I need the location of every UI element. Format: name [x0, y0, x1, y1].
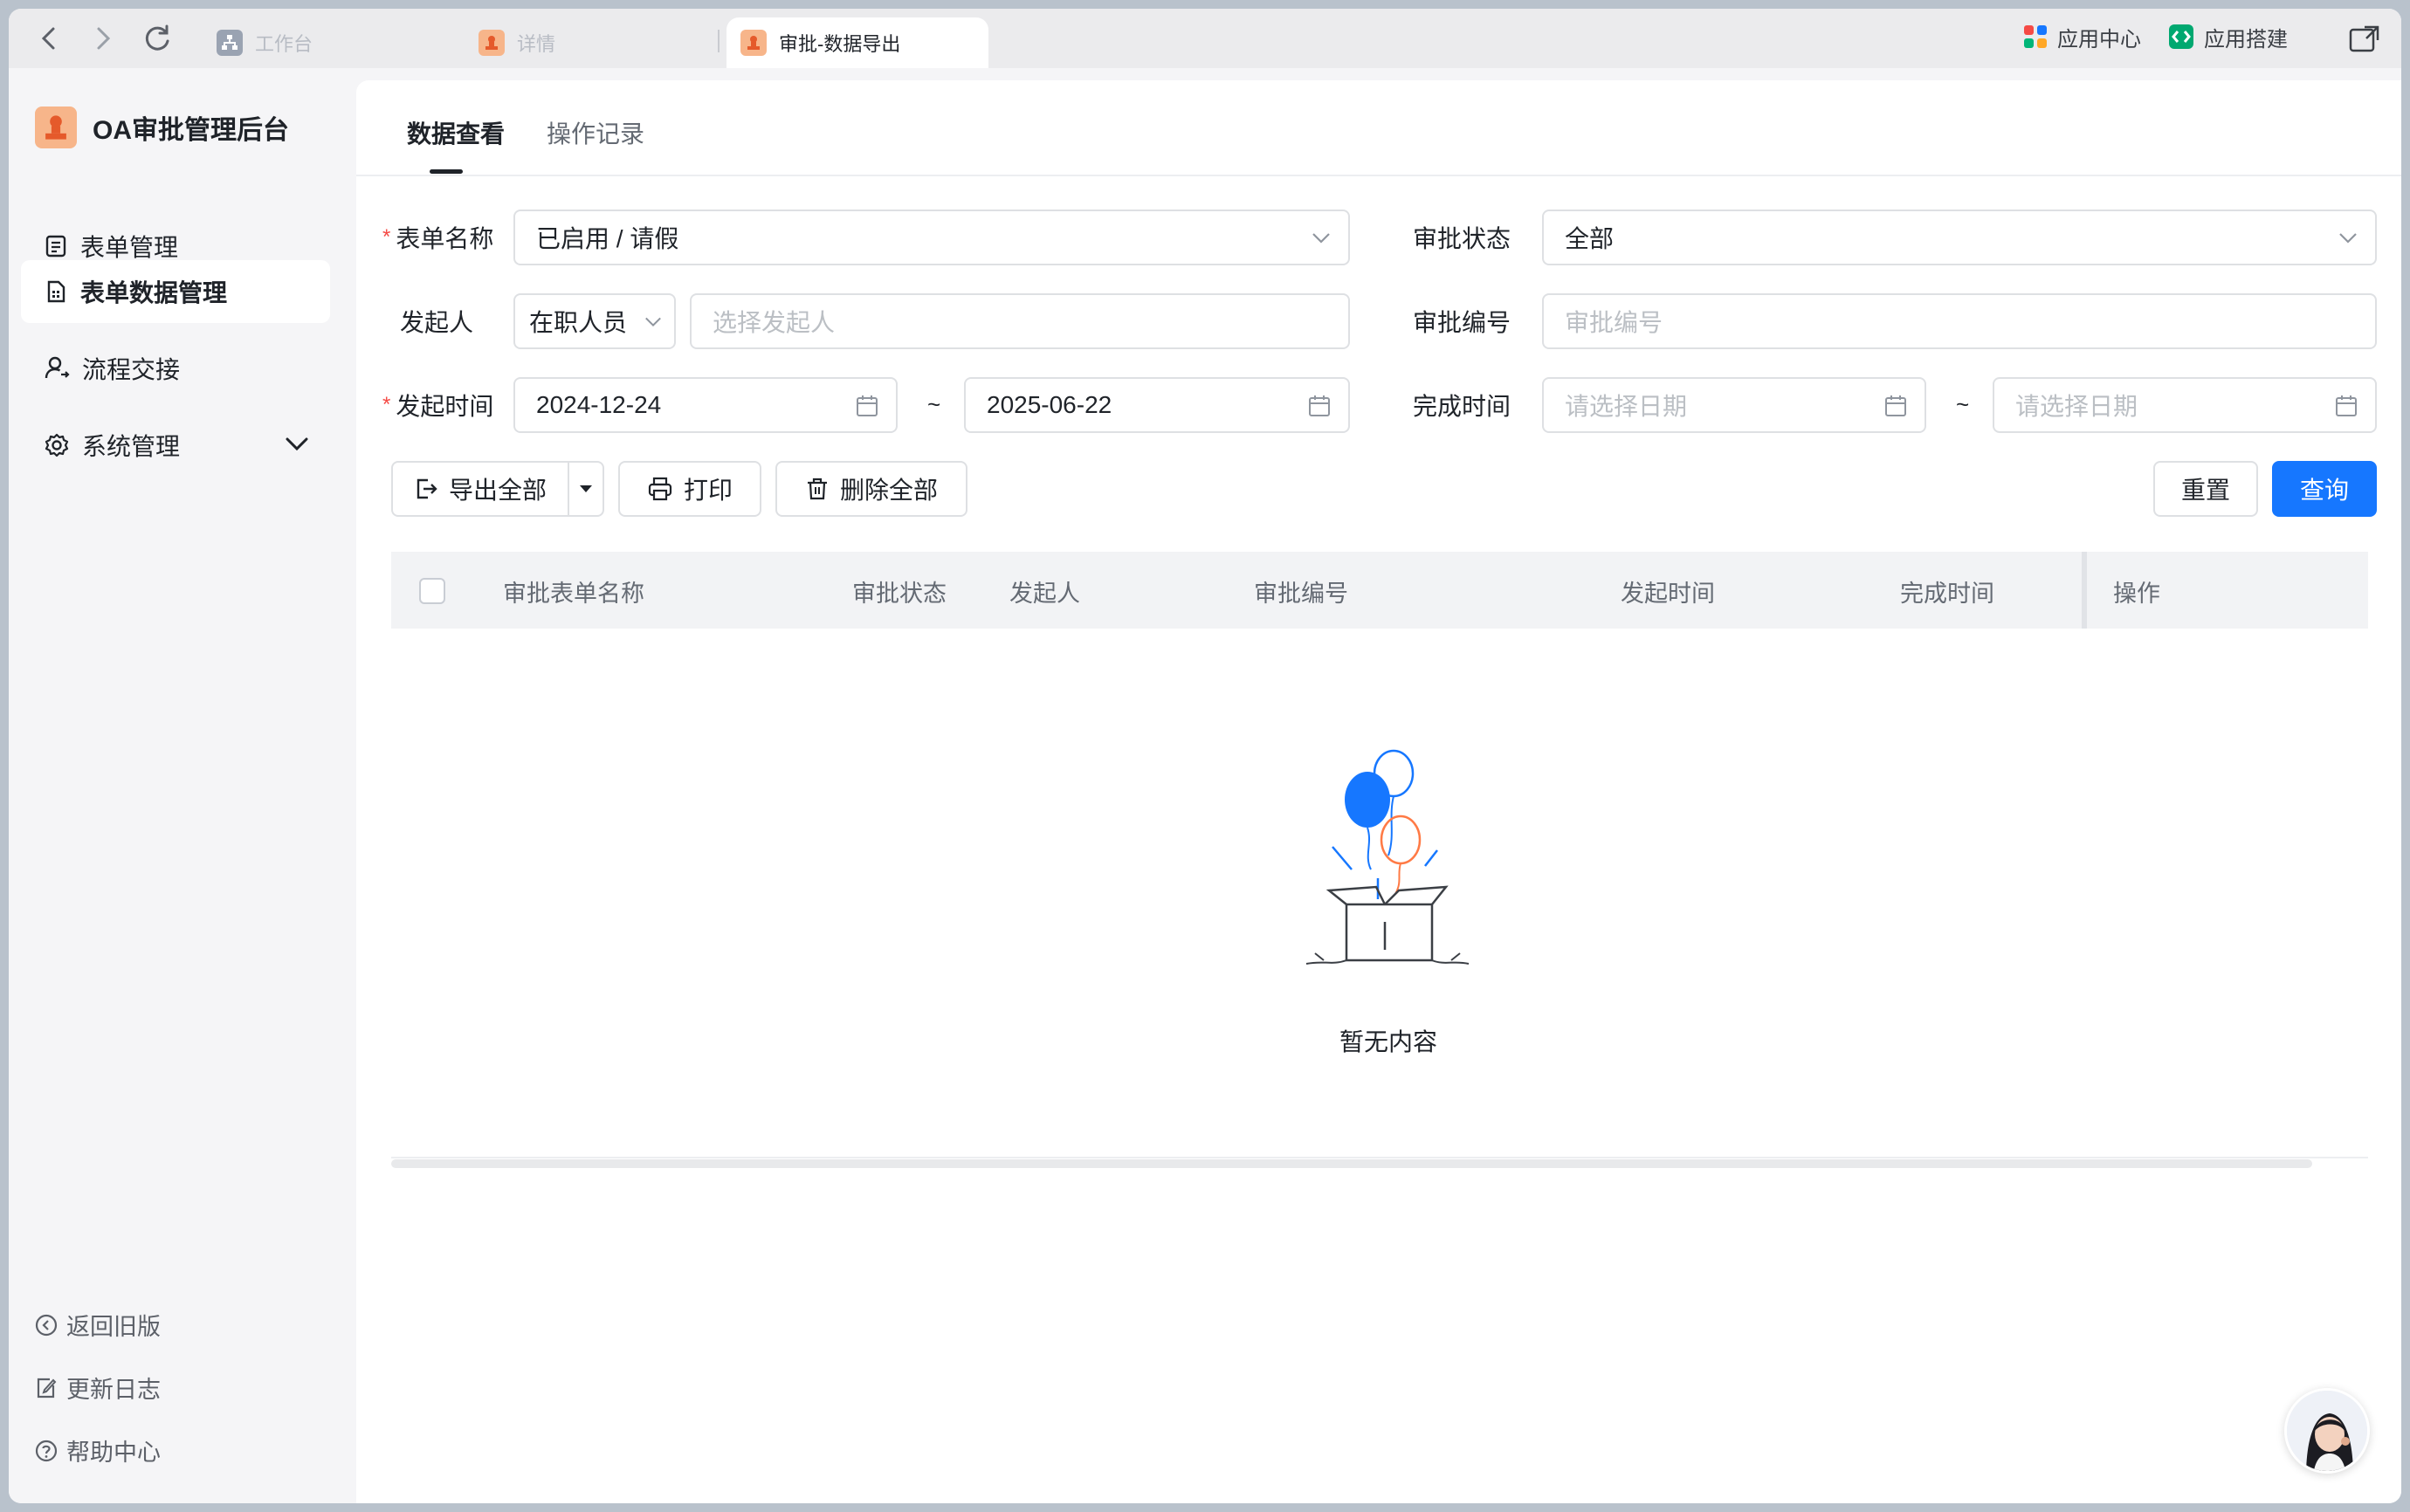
fixed-column-divider [2082, 552, 2087, 629]
form-icon [45, 235, 66, 258]
stamp-logo-icon [35, 107, 77, 148]
org-chart-icon [217, 30, 243, 56]
select-all-checkbox[interactable] [419, 578, 445, 604]
approval-number-label: 审批编号 [1413, 309, 1511, 336]
tab-label: 详情 [517, 33, 556, 55]
required-mark: * [382, 225, 391, 249]
sidebar-back-old-version[interactable]: 返回旧版 [35, 1308, 161, 1342]
form-name-select[interactable]: 已启用 / 请假 [513, 210, 1350, 265]
start-time-from-picker[interactable]: 2024-12-24 [513, 377, 898, 433]
chevron-down-icon [286, 437, 308, 451]
range-separator: ~ [927, 391, 941, 417]
horizontal-scrollbar[interactable] [391, 1159, 2312, 1168]
forward-button[interactable] [86, 21, 120, 56]
stamp-icon [740, 30, 767, 56]
column-header[interactable]: 完成时间 [1900, 574, 1994, 608]
calendar-icon [1309, 395, 1330, 416]
tab-detail[interactable]: 详情 [465, 17, 718, 68]
sidebar-update-log[interactable]: 更新日志 [35, 1371, 161, 1405]
print-button[interactable]: 打印 [618, 461, 761, 517]
external-window-icon [2349, 25, 2379, 52]
form-name-label: * 表单名称 [382, 225, 494, 252]
app-builder-button[interactable]: 应用搭建 [2167, 19, 2288, 54]
chevron-down-icon [2339, 233, 2357, 244]
user-transfer-icon [45, 356, 70, 379]
sidebar: OA审批管理后台 表单管理 表单数据管理 流程交接 系统管理 返回旧版 更新日志 [9, 68, 356, 1503]
tab-divider [356, 175, 2401, 176]
empty-state-text: 暂无内容 [1339, 1028, 1438, 1055]
back-circle-icon [35, 1314, 58, 1336]
app-window: 工作台 详情 审批-数据导出 应用中心 应用搭建 OA审批管理后台 表单管理 表… [9, 9, 2401, 1503]
start-time-label: * 发起时间 [382, 393, 494, 420]
calendar-icon [857, 395, 878, 416]
column-header[interactable]: 发起人 [1009, 574, 1080, 608]
chevron-down-icon [645, 317, 661, 327]
required-mark: * [382, 393, 391, 416]
tab-data-view[interactable]: 数据查看 [407, 115, 505, 150]
export-all-button[interactable]: 导出全部 [391, 461, 569, 517]
table-header: 审批表单名称 审批状态 发起人 审批编号 发起时间 完成时间 操作 [391, 552, 2368, 629]
app-center-button[interactable]: 应用中心 [2022, 19, 2141, 54]
column-header[interactable]: 审批状态 [852, 574, 947, 608]
approval-number-input[interactable]: 审批编号 [1542, 293, 2377, 349]
back-button[interactable] [31, 21, 66, 56]
start-time-to-picker[interactable]: 2025-06-22 [964, 377, 1350, 433]
chevron-left-icon [41, 27, 55, 50]
caret-down-icon [580, 485, 592, 492]
column-header[interactable]: 发起时间 [1621, 574, 1715, 608]
finish-time-from-picker[interactable]: 请选择日期 [1542, 377, 1926, 433]
empty-box-balloons-illustration [1305, 749, 1470, 965]
chevron-down-icon [1312, 233, 1330, 244]
reset-button[interactable]: 重置 [2153, 461, 2258, 517]
tab-workbench[interactable]: 工作台 [203, 17, 456, 68]
calendar-icon [2336, 395, 2357, 416]
calendar-icon [1885, 395, 1906, 416]
tab-label: 工作台 [255, 33, 313, 55]
approval-status-select[interactable]: 全部 [1542, 210, 2377, 265]
delete-all-button[interactable]: 删除全部 [775, 461, 967, 517]
form-data-icon [47, 280, 65, 303]
sidebar-item-system-management[interactable]: 系统管理 [21, 414, 330, 477]
column-header[interactable]: 审批编号 [1254, 574, 1348, 608]
initiator-type-select[interactable]: 在职人员 [513, 293, 676, 349]
code-box-icon [2169, 24, 2193, 49]
printer-icon [648, 477, 672, 501]
initiator-label: 发起人 [400, 309, 474, 336]
edit-log-icon [37, 1378, 57, 1398]
sidebar-item-process-handover[interactable]: 流程交接 [21, 337, 330, 400]
active-tab-indicator [430, 169, 463, 174]
trash-icon [807, 478, 827, 500]
finish-time-label: 完成时间 [1413, 393, 1511, 420]
sidebar-help-center[interactable]: 帮助中心 [35, 1433, 161, 1467]
brand-title: OA审批管理后台 [93, 116, 289, 145]
initiator-input[interactable]: 选择发起人 [690, 293, 1350, 349]
refresh-button[interactable] [140, 21, 175, 56]
export-icon [417, 478, 437, 499]
main-panel: 数据查看 操作记录 * 表单名称 已启用 / 请假 审批状态 全部 发起人 在职人… [356, 80, 2401, 1503]
tab-label: 审批-数据导出 [779, 33, 901, 55]
query-button[interactable]: 查询 [2272, 461, 2377, 517]
table-bottom-border [391, 1157, 2368, 1158]
gear-icon [45, 433, 69, 457]
finish-time-to-picker[interactable]: 请选择日期 [1993, 377, 2377, 433]
export-options-dropdown[interactable] [568, 461, 604, 517]
sidebar-item-form-data-management[interactable]: 表单数据管理 [21, 260, 330, 323]
stamp-icon [479, 30, 505, 56]
browser-topbar: 工作台 详情 审批-数据导出 应用中心 应用搭建 [9, 9, 2401, 68]
brand: OA审批管理后台 [35, 107, 289, 148]
tab-operation-log[interactable]: 操作记录 [547, 115, 644, 150]
tab-approval-export[interactable]: 审批-数据导出 [726, 17, 988, 68]
column-header[interactable]: 操作 [2113, 574, 2160, 608]
app-grid-icon [2024, 25, 2047, 48]
help-icon [35, 1440, 58, 1461]
refresh-icon [145, 24, 169, 51]
tab-separator [718, 30, 720, 52]
range-separator: ~ [1956, 391, 1970, 417]
open-external-button[interactable] [2347, 21, 2382, 56]
approval-status-label: 审批状态 [1413, 225, 1511, 252]
assistant-avatar-button[interactable] [2284, 1388, 2370, 1474]
column-header[interactable]: 审批表单名称 [503, 574, 644, 608]
chevron-right-icon [97, 27, 111, 50]
